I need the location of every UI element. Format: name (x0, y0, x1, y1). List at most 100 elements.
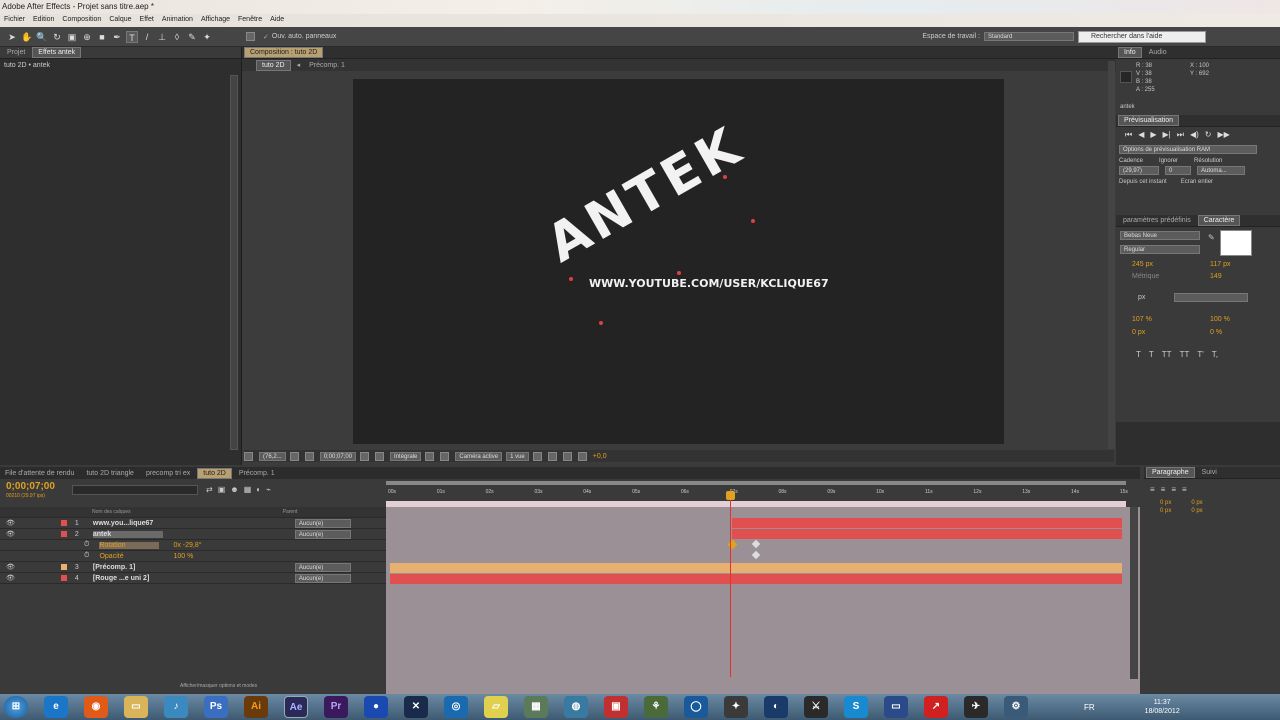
crumb-precomp[interactable]: Précomp. 1 (304, 61, 350, 70)
chrome-icon[interactable]: ◉ (84, 696, 108, 718)
layer-parent-select[interactable]: Aucun(e) (294, 562, 351, 572)
steam-icon[interactable]: ⚙ (1004, 696, 1028, 718)
workspace-select[interactable]: Standard (983, 32, 1074, 41)
photoshop-icon[interactable]: Ps (204, 696, 228, 718)
pen-tool-icon[interactable]: ✒ (111, 31, 123, 43)
pan-behind-tool-icon[interactable]: ⊕ (81, 31, 93, 43)
horizontal-scale-value[interactable]: 100 % (1210, 316, 1230, 323)
app-icon[interactable]: ⚔ (804, 696, 828, 718)
bbox-handle-icon[interactable] (599, 321, 603, 325)
layer-row[interactable]: 👁 3 [Précomp. 1] Aucun(e) (0, 562, 386, 573)
visibility-eye-icon[interactable]: 👁 (6, 563, 15, 571)
align-right-icon[interactable]: ≡ (1171, 485, 1176, 494)
motion-blur-icon[interactable]: ◐ (256, 485, 261, 494)
font-select[interactable]: Bebas Neue (1120, 231, 1200, 240)
property-row[interactable]: ⏱ Opacité 100 % (0, 551, 386, 562)
align-center-icon[interactable]: ≡ (1161, 485, 1166, 494)
layer-name[interactable]: antek (92, 530, 163, 538)
loop-icon[interactable]: ↻ (1205, 130, 1212, 140)
play-icon[interactable]: ▶ (1150, 130, 1156, 140)
frame-blending-icon[interactable]: ▦ (244, 485, 252, 494)
camera-tool-icon[interactable]: ▣ (66, 31, 78, 43)
crumb-tuto2d[interactable]: tuto 2D (256, 59, 291, 71)
rectangle-tool-icon[interactable]: ■ (96, 31, 108, 43)
timecode-display[interactable]: 0;00;07;00 (6, 481, 55, 492)
app-icon[interactable]: ▦ (524, 696, 548, 718)
tab-render-queue[interactable]: File d'attente de rendu (0, 469, 79, 478)
from-current-checkbox[interactable]: Depuis cet instant (1119, 179, 1167, 185)
tab-precomp1[interactable]: Précomp. 1 (234, 469, 280, 478)
bbox-handle-icon[interactable] (751, 219, 755, 223)
exposure-value[interactable]: +0,0 (593, 453, 607, 460)
always-preview-icon[interactable] (244, 451, 253, 461)
channel-icon[interactable] (375, 451, 385, 461)
current-time-field[interactable]: 0;00;07;00 (319, 451, 357, 461)
draft-3d-icon[interactable]: ▣ (218, 485, 226, 494)
menu-aide[interactable]: Aide (270, 16, 284, 25)
grid-icon[interactable] (289, 451, 299, 461)
after-effects-icon[interactable]: Ae (284, 696, 308, 718)
region-icon[interactable] (425, 451, 435, 461)
layer-bar[interactable] (732, 529, 1122, 539)
audio-icon[interactable]: ◀) (1190, 130, 1199, 140)
layer-parent-select[interactable]: Aucun(e) (294, 518, 351, 528)
full-screen-checkbox[interactable]: Ecran entier (1181, 179, 1213, 185)
layer-parent-select[interactable]: Aucun(e) (294, 573, 351, 583)
cadence-select[interactable]: (29,97) (1119, 166, 1159, 175)
app-icon[interactable]: ✈ (964, 696, 988, 718)
faux-italic-icon[interactable]: T (1149, 350, 1154, 359)
premiere-icon[interactable]: Pr (324, 696, 348, 718)
language-indicator[interactable]: FR (1084, 703, 1095, 712)
media-icon[interactable]: ♪ (164, 696, 188, 718)
tab-tuto2d-triangle[interactable]: tuto 2D triangle (81, 469, 138, 478)
property-row[interactable]: ⏱ Rotation 0x -29,8° (0, 540, 386, 551)
property-value[interactable]: 0x -29,8° (173, 542, 201, 549)
all-caps-icon[interactable]: TT (1162, 350, 1172, 359)
camera-select[interactable]: Caméra active (455, 451, 503, 461)
layer-search-input[interactable] (72, 485, 198, 495)
skype-icon[interactable]: S (844, 696, 868, 718)
keyframe-icon[interactable] (751, 550, 761, 560)
start-button-icon[interactable]: ⊞ (4, 696, 28, 718)
roto-tool-icon[interactable]: ✎ (186, 31, 198, 43)
menu-fenetre[interactable]: Fenêtre (238, 16, 262, 25)
mask-icon[interactable] (304, 451, 314, 461)
eyedropper-icon[interactable]: ✎ (1208, 233, 1215, 242)
indent-right-value[interactable]: 0 px (1191, 500, 1202, 506)
layer-row[interactable]: 👁 1 www.you...lique67 Aucun(e) (0, 518, 386, 529)
work-area-range[interactable] (386, 501, 1126, 507)
fast-preview-icon[interactable] (547, 451, 557, 461)
menu-calque[interactable]: Calque (109, 16, 131, 25)
anchor-point-icon[interactable] (677, 271, 681, 275)
text-tool-icon[interactable]: T (126, 30, 138, 43)
tab-precomp-tri[interactable]: precomp tri ex (141, 469, 195, 478)
tab-preview[interactable]: Prévisualisation (1118, 115, 1180, 126)
tab-paragraph[interactable]: Paragraphe (1146, 467, 1195, 478)
tab-info[interactable]: Info (1118, 47, 1142, 58)
faux-bold-icon[interactable]: T (1136, 350, 1141, 359)
layer-bar[interactable] (390, 574, 1122, 584)
layer-label-color[interactable] (60, 520, 67, 526)
tab-character[interactable]: Caractère (1197, 215, 1241, 226)
ram-options-select[interactable]: Options de prévisualisation RAM (1119, 145, 1257, 154)
app-icon[interactable]: ◐ (764, 696, 788, 718)
tab-presets[interactable]: paramètres prédéfinis (1118, 216, 1196, 225)
layer-label-color[interactable] (60, 564, 67, 570)
vertical-scale-value[interactable]: 107 % (1132, 316, 1152, 323)
app-icon[interactable]: ▣ (604, 696, 628, 718)
app-icon[interactable]: ⚘ (644, 696, 668, 718)
layer-name[interactable]: [Rouge ...e uni 2] (93, 575, 163, 582)
app-icon[interactable]: ◎ (444, 696, 468, 718)
app-icon[interactable]: ▱ (484, 696, 508, 718)
transparency-grid-icon[interactable] (440, 451, 450, 461)
selection-tool-icon[interactable]: ➤ (6, 31, 18, 43)
snapshot-icon[interactable] (360, 451, 370, 461)
menu-effet[interactable]: Effet (140, 16, 154, 25)
eraser-tool-icon[interactable]: ◊ (171, 31, 183, 43)
hand-tool-icon[interactable]: ✋ (21, 31, 33, 43)
menu-fichier[interactable]: Fichier (4, 16, 25, 25)
brush-tool-icon[interactable]: / (141, 31, 153, 43)
layer-label-color[interactable] (60, 575, 67, 581)
project-scrollbar[interactable] (230, 75, 238, 450)
tracking-value[interactable]: 149 (1210, 273, 1222, 280)
